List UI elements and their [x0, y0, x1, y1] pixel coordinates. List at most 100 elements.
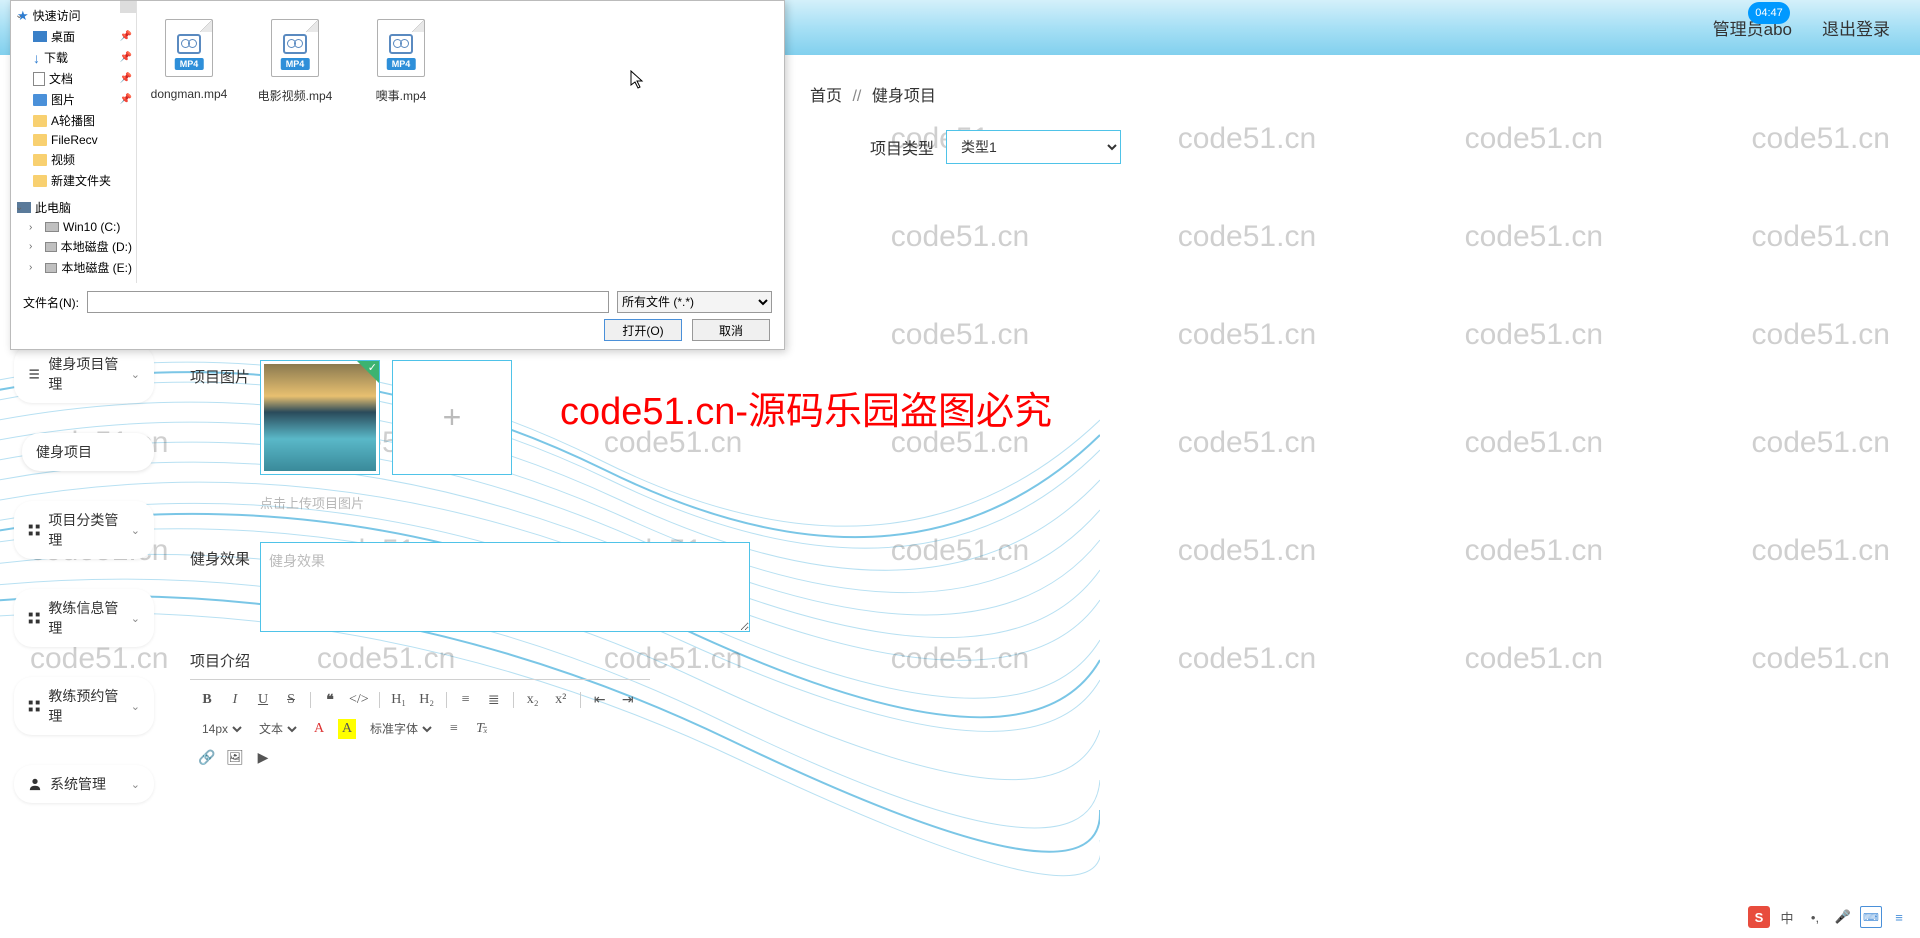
tree-drive[interactable]: ›Win10 (C:)	[11, 218, 136, 236]
drive-icon	[45, 222, 59, 232]
file-item[interactable]: MP4电影视频.mp4	[255, 19, 335, 104]
tree-drive[interactable]: ›本地磁盘 (E:)	[11, 257, 136, 278]
rich-editor-toolbar: B I U S ❝ </> H₁ H₂ ≡ ≣ x₂ x² ⇤ ⇥ 14px 文…	[190, 679, 650, 772]
pin-icon: 📌	[120, 73, 132, 84]
underline-button[interactable]: U	[254, 690, 272, 710]
breadcrumb-home[interactable]: 首页	[810, 88, 842, 105]
indent-button[interactable]: ⇤	[591, 690, 609, 710]
tree-folder[interactable]: 视频	[11, 149, 136, 170]
align-button[interactable]: ≡	[445, 719, 463, 739]
tree-folder[interactable]: A轮播图	[11, 110, 136, 131]
font-family-select[interactable]: 标准字体	[366, 718, 435, 740]
tree-pics[interactable]: 图片📌	[11, 89, 136, 110]
text-color-button[interactable]: A	[310, 719, 328, 739]
sidebar-item-coach-book[interactable]: 教练预约管理⌄	[14, 677, 154, 735]
tree-folder[interactable]: 新建文件夹	[11, 170, 136, 191]
grid-icon	[28, 523, 40, 537]
file-tree[interactable]: ⌄★快速访问 桌面📌 ↓下载📌 文档📌 图片📌 A轮播图 FileRecv 视频…	[11, 1, 137, 283]
pin-icon: 📌	[120, 52, 132, 63]
project-type-row: 项目类型 类型1	[870, 130, 1121, 164]
drive-icon	[45, 263, 57, 273]
tree-folder[interactable]: FileRecv	[11, 131, 136, 149]
effect-label: 健身效果	[190, 542, 250, 632]
tree-this-pc[interactable]: ⌄此电脑	[11, 197, 136, 218]
tree-downloads[interactable]: ↓下载📌	[11, 47, 136, 68]
ime-lang-button[interactable]: 中	[1776, 906, 1798, 928]
sidebar-item-project-mgmt[interactable]: 健身项目管理⌄	[14, 345, 154, 403]
download-icon: ↓	[33, 50, 40, 66]
chevron-down-icon: ⌄	[131, 700, 140, 713]
tree-quick-access[interactable]: ⌄★快速访问	[11, 5, 136, 26]
filter-select[interactable]: 所有文件 (*.*)	[617, 291, 772, 313]
user-icon	[28, 777, 42, 791]
ime-punct-button[interactable]: •,	[1804, 906, 1826, 928]
file-item[interactable]: MP4噢事.mp4	[361, 19, 441, 104]
file-item[interactable]: MP4dongman.mp4	[149, 19, 229, 101]
time-badge: 04:47	[1748, 2, 1790, 24]
sidebar-item-system[interactable]: 系统管理⌄	[14, 765, 154, 803]
drive-icon	[45, 242, 57, 252]
image-button[interactable]: 🖼	[226, 748, 244, 768]
ime-menu-button[interactable]: ≡	[1888, 906, 1910, 928]
sidebar: 健身项目管理⌄ 健身项目 项目分类管理⌄ 教练信息管理⌄ 教练预约管理⌄ 系统管…	[14, 345, 154, 833]
checkmark-icon	[357, 361, 379, 383]
quote-button[interactable]: ❝	[321, 690, 339, 710]
file-open-dialog: ⌄★快速访问 桌面📌 ↓下载📌 文档📌 图片📌 A轮播图 FileRecv 视频…	[10, 0, 785, 350]
video-icon	[389, 34, 413, 54]
h1-button[interactable]: H₁	[390, 690, 408, 710]
link-button[interactable]: 🔗	[198, 748, 216, 768]
sidebar-item-coach-info[interactable]: 教练信息管理⌄	[14, 589, 154, 647]
logout-link[interactable]: 退出登录	[1822, 15, 1890, 40]
strike-button[interactable]: S	[282, 690, 300, 710]
chevron-down-icon: ⌄	[131, 612, 140, 625]
font-size-select[interactable]: 14px	[198, 718, 245, 740]
tree-drive[interactable]: ›本地磁盘 (D:)	[11, 236, 136, 257]
folder-icon	[33, 175, 47, 187]
folder-icon	[33, 154, 47, 166]
code-button[interactable]: </>	[349, 690, 369, 710]
grid-icon	[28, 611, 40, 625]
breadcrumb-current: 健身项目	[872, 88, 936, 105]
breadcrumb: 首页 // 健身项目	[810, 82, 936, 106]
plus-icon: +	[443, 399, 462, 436]
sup-button[interactable]: x²	[552, 690, 570, 710]
project-type-label: 项目类型	[870, 135, 934, 159]
pin-icon: 📌	[120, 94, 132, 105]
italic-button[interactable]: I	[226, 690, 244, 710]
video-icon	[283, 34, 307, 54]
ime-bar: S 中 •, 🎤 ⌨ ≡	[1748, 906, 1910, 928]
chevron-down-icon: ⌄	[131, 524, 140, 537]
ul-button[interactable]: ≣	[485, 690, 503, 710]
open-button[interactable]: 打开(O)	[604, 319, 682, 341]
ol-button[interactable]: ≡	[457, 690, 475, 710]
video-button[interactable]: ▶	[254, 748, 272, 768]
outdent-button[interactable]: ⇥	[619, 690, 637, 710]
doc-icon	[33, 72, 45, 86]
h2-button[interactable]: H₂	[418, 690, 436, 710]
bg-color-button[interactable]: A	[338, 719, 356, 739]
pin-icon: 📌	[120, 31, 132, 42]
folder-icon	[33, 115, 47, 127]
sogou-logo-icon[interactable]: S	[1748, 906, 1770, 928]
clear-format-button[interactable]: T̵ₓ	[473, 719, 491, 739]
font-type-select[interactable]: 文本	[255, 718, 300, 740]
ime-keyboard-icon[interactable]: ⌨	[1860, 906, 1882, 928]
uploaded-image[interactable]	[260, 360, 380, 475]
sub-button[interactable]: x₂	[524, 690, 542, 710]
cancel-button[interactable]: 取消	[692, 319, 770, 341]
grid-icon	[28, 699, 40, 713]
video-icon	[177, 34, 201, 54]
tree-docs[interactable]: 文档📌	[11, 68, 136, 89]
sidebar-item-category[interactable]: 项目分类管理⌄	[14, 501, 154, 559]
sidebar-item-project[interactable]: 健身项目	[22, 433, 154, 471]
add-image-button[interactable]: +	[392, 360, 512, 475]
ime-mic-icon[interactable]: 🎤	[1832, 906, 1854, 928]
tree-desktop[interactable]: 桌面📌	[11, 26, 136, 47]
folder-icon	[33, 134, 47, 146]
bold-button[interactable]: B	[198, 690, 216, 710]
effect-textarea[interactable]	[260, 542, 750, 632]
project-type-select[interactable]: 类型1	[946, 130, 1121, 164]
folder-icon	[33, 94, 47, 106]
image-hint: 点击上传项目图片	[260, 493, 1890, 512]
filename-input[interactable]	[87, 291, 609, 313]
